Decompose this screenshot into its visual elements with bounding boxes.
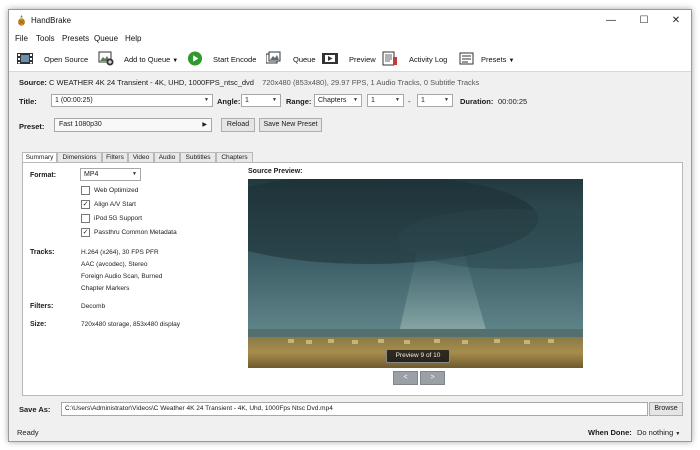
menu-presets[interactable]: Presets	[62, 34, 89, 43]
queue-icon	[266, 51, 281, 64]
menu-queue[interactable]: Queue	[94, 34, 118, 43]
activity-log-icon	[382, 51, 397, 66]
start-encode-label: Start Encode	[213, 55, 257, 64]
summary-panel: Format: MP4 ▼ Web Optimized ✓ Align A/V S…	[22, 162, 683, 396]
menu-help[interactable]: Help	[125, 34, 141, 43]
source-label: Source:	[19, 78, 47, 87]
minimize-button[interactable]: —	[596, 10, 626, 31]
format-label: Format:	[30, 172, 57, 179]
range-type-select[interactable]: Chapters ▼	[314, 94, 362, 107]
tab-dimensions[interactable]: Dimensions	[57, 152, 102, 162]
passthru-metadata-label: Passthru Common Metadata	[94, 229, 177, 236]
presets-icon	[459, 52, 474, 65]
track-item: H.264 (x264), 30 FPS PFR	[81, 249, 159, 256]
previous-preview-button[interactable]: <	[393, 371, 418, 385]
filters-label: Filters:	[30, 303, 54, 310]
save-as-label: Save As:	[19, 405, 51, 414]
source-info: Source: C WEATHER 4K 24 Transient - 4K, …	[19, 78, 479, 87]
handbrake-window: HandBrake — ☐ ✕ File Tools Presets Queue…	[8, 9, 692, 442]
when-done-label: When Done:	[588, 428, 632, 437]
tab-video[interactable]: Video	[128, 152, 154, 162]
chevron-down-icon: ▼	[508, 58, 515, 64]
align-av-start-label: Align A/V Start	[94, 201, 136, 208]
chevron-down-icon: ▼	[353, 97, 358, 103]
tracks-label: Tracks:	[30, 249, 55, 256]
tab-subtitles[interactable]: Subtitles	[180, 152, 216, 162]
preset-selector[interactable]: Fast 1080p30 ▶	[54, 118, 212, 132]
passthru-metadata-checkbox[interactable]: ✓	[81, 228, 90, 237]
menu-tools[interactable]: Tools	[36, 34, 55, 43]
source-preview-title: Source Preview:	[248, 168, 303, 175]
activity-log-label: Activity Log	[409, 55, 448, 64]
add-to-queue-label: Add to Queue ▼	[124, 55, 179, 64]
close-button[interactable]: ✕	[661, 10, 691, 31]
storm-landscape-image	[248, 179, 583, 368]
angle-label: Angle:	[217, 97, 241, 106]
when-done-select[interactable]: Do nothing ▼	[637, 428, 680, 437]
range-label: Range:	[286, 97, 312, 106]
chevron-down-icon: ▼	[675, 431, 681, 437]
track-item: Chapter Markers	[81, 285, 130, 292]
range-end-select[interactable]: 1 ▼	[417, 94, 453, 107]
chevron-down-icon: ▼	[395, 97, 400, 103]
angle-select[interactable]: 1 ▼	[241, 94, 281, 107]
source-details: 720x480 (853x480), 29.97 FPS, 1 Audio Tr…	[262, 78, 480, 87]
queue-label: Queue	[293, 55, 316, 64]
tab-audio[interactable]: Audio	[154, 152, 180, 162]
film-icon	[17, 53, 33, 64]
range-separator: -	[408, 97, 411, 106]
web-optimized-label: Web Optimized	[94, 187, 139, 194]
duration-value: 00:00:25	[498, 97, 528, 106]
play-icon	[187, 51, 203, 66]
track-item: Foreign Audio Scan, Burned	[81, 273, 163, 280]
title-select[interactable]: 1 (00:00:25) ▼	[51, 94, 213, 107]
duration-label: Duration:	[460, 97, 494, 106]
open-source-label: Open Source	[44, 55, 89, 64]
menu-file[interactable]: File	[15, 34, 28, 43]
window-title: HandBrake	[31, 16, 72, 25]
filters-value: Decomb	[81, 303, 106, 310]
web-optimized-checkbox[interactable]	[81, 186, 90, 195]
chevron-down-icon: ▼	[444, 97, 449, 103]
chevron-down-icon: ▼	[172, 58, 179, 64]
reload-button[interactable]: Reload	[221, 118, 255, 132]
menu-bar: File Tools Presets Queue Help	[9, 31, 691, 46]
chevron-down-icon: ▼	[272, 97, 277, 103]
status-text: Ready	[17, 428, 39, 437]
tab-chapters[interactable]: Chapters	[216, 152, 253, 162]
size-value: 720x480 storage, 853x480 display	[81, 321, 181, 328]
preview-counter-badge: Preview 9 of 10	[386, 349, 450, 363]
pineapple-icon	[18, 15, 25, 26]
toolbar: Open Source Add to Queue▼ Start Encode	[9, 46, 691, 72]
chevron-down-icon: ▼	[132, 171, 137, 177]
source-name: C WEATHER 4K 24 Transient - 4K, UHD, 100…	[49, 78, 254, 87]
range-start-select[interactable]: 1 ▼	[367, 94, 404, 107]
track-item: AAC (avcodec), Stereo	[81, 261, 148, 268]
status-bar: Ready When Done: Do nothing ▼	[9, 421, 691, 441]
maximize-button[interactable]: ☐	[629, 10, 659, 31]
preset-label: Preset:	[19, 122, 45, 131]
presets-label: Presets ▼	[481, 55, 515, 64]
ipod-5g-checkbox[interactable]	[81, 214, 90, 223]
align-av-start-checkbox[interactable]: ✓	[81, 200, 90, 209]
browse-button[interactable]: Browse	[649, 402, 683, 416]
size-label: Size:	[30, 321, 47, 328]
title-label: Title:	[19, 97, 37, 106]
preview-label: Preview	[349, 55, 376, 64]
preview-film-icon	[322, 53, 338, 64]
ipod-5g-label: iPod 5G Support	[94, 215, 143, 222]
format-select[interactable]: MP4 ▼	[80, 168, 141, 181]
save-path-input[interactable]: C:\Users\Administrator\Videos\C Weather …	[61, 402, 648, 416]
chevron-right-icon: ▶	[202, 122, 207, 128]
save-new-preset-button[interactable]: Save New Preset	[259, 118, 322, 132]
next-preview-button[interactable]: >	[420, 371, 445, 385]
add-queue-icon	[98, 51, 114, 66]
chevron-down-icon: ▼	[204, 97, 209, 103]
tab-filters[interactable]: Filters	[102, 152, 128, 162]
source-preview-image: Preview 9 of 10	[248, 179, 583, 368]
title-bar: HandBrake — ☐ ✕	[9, 10, 691, 31]
